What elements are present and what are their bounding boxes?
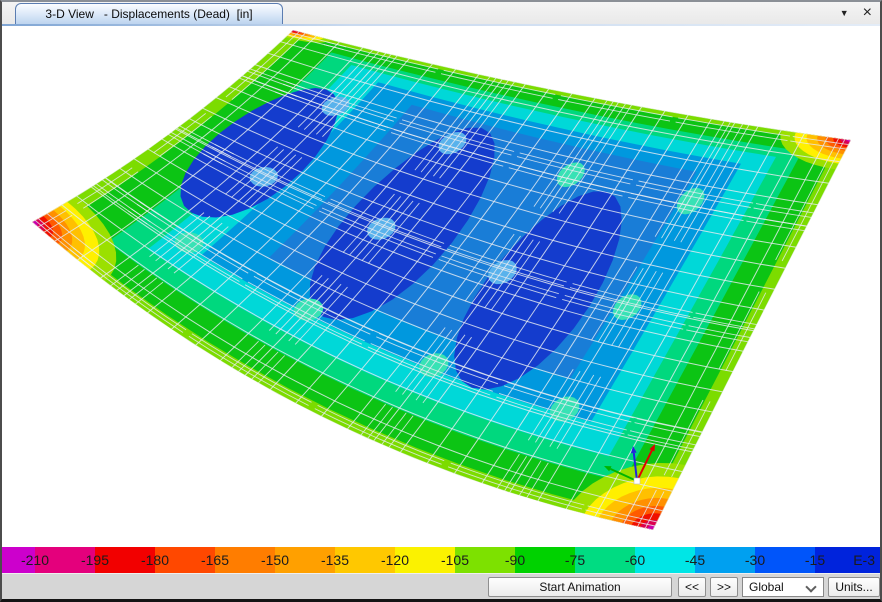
legend-block <box>215 547 275 573</box>
next-step-button[interactable]: >> <box>710 577 738 597</box>
legend-block <box>455 547 515 573</box>
titlebar: 3-D View - Displacements (Dead) [in] ▼ × <box>2 2 880 24</box>
titlebar-controls: ▼ × <box>840 2 872 24</box>
coordinate-system-value: Global <box>749 580 784 594</box>
legend-block <box>755 547 815 573</box>
legend-block <box>95 547 155 573</box>
close-icon[interactable]: × <box>863 5 872 21</box>
legend-block <box>635 547 695 573</box>
previous-step-button[interactable]: << <box>678 577 706 597</box>
view-tab-title: 3-D View - Displacements (Dead) [in] <box>45 7 252 21</box>
legend-strip <box>2 547 880 573</box>
chevron-down-icon <box>805 581 816 592</box>
deformed-shape-plot[interactable] <box>2 26 880 543</box>
coordinate-system-dropdown[interactable]: Global <box>742 577 824 597</box>
3d-view-area[interactable] <box>2 26 880 543</box>
legend-block <box>695 547 755 573</box>
legend-block <box>395 547 455 573</box>
legend-block <box>515 547 575 573</box>
origin-node <box>634 478 640 484</box>
units-button[interactable]: Units... <box>828 577 880 597</box>
legend-block <box>155 547 215 573</box>
legend-block <box>275 547 335 573</box>
legend-block <box>575 547 635 573</box>
legend-block <box>815 547 880 573</box>
legend-block <box>35 547 95 573</box>
statusbar: Start Animation << >> Global Units... <box>2 573 880 599</box>
legend-block <box>335 547 395 573</box>
window-menu-icon[interactable]: ▼ <box>840 8 849 18</box>
contour-legend: E-3 -210-195-180-165-150-135-120-105-90-… <box>2 543 880 573</box>
legend-block <box>2 547 35 573</box>
start-animation-button[interactable]: Start Animation <box>488 577 672 597</box>
view-tab[interactable]: 3-D View - Displacements (Dead) [in] <box>15 3 283 24</box>
app-window: 3-D View - Displacements (Dead) [in] ▼ ×… <box>0 0 882 602</box>
